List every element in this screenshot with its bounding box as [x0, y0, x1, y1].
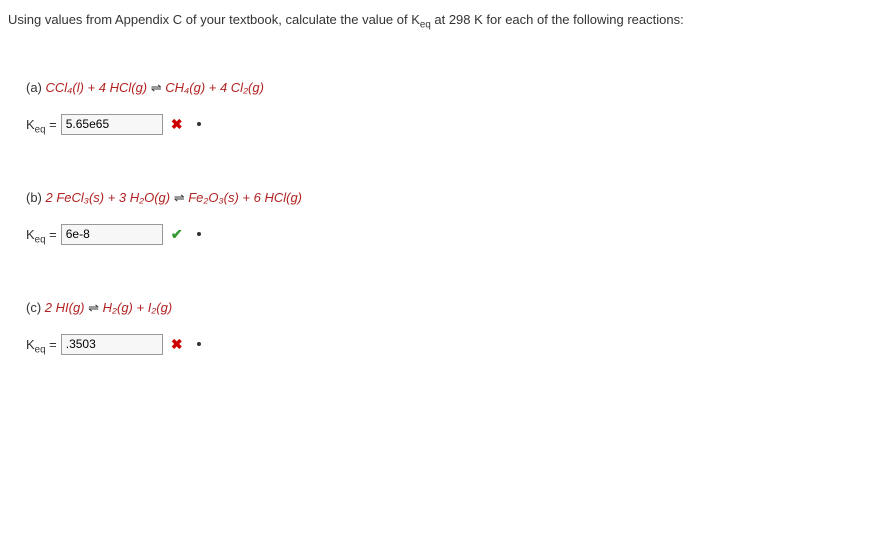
part-a-answer-row: Keq = ✖ — [26, 114, 871, 135]
correct-icon: ✔ — [169, 226, 185, 242]
part-c-equation: (c) 2 HI(g) ⇌ H₂(g) + I₂(g) — [26, 300, 871, 316]
part-c-arrow: ⇌ — [85, 300, 103, 315]
keq-sub: eq — [35, 344, 46, 355]
detail-dot[interactable] — [197, 232, 201, 236]
part-a-equation: (a) CCl₄(l) + 4 HCl(g) ⇌ CH₄(g) + 4 Cl₂(… — [26, 80, 871, 96]
keq-eq: = — [46, 227, 57, 242]
question-prompt: Using values from Appendix C of your tex… — [8, 10, 871, 30]
part-a-rhs: CH₄(g) + 4 Cl₂(g) — [165, 80, 264, 95]
part-c-label: (c) — [26, 300, 45, 315]
part-b-rhs: Fe₂O₃(s) + 6 HCl(g) — [188, 190, 302, 205]
incorrect-icon: ✖ — [169, 336, 185, 352]
part-c: (c) 2 HI(g) ⇌ H₂(g) + I₂(g) Keq = ✖ — [26, 300, 871, 355]
part-c-input[interactable] — [61, 334, 163, 355]
keq-sub: eq — [35, 124, 46, 135]
part-a-input[interactable] — [61, 114, 163, 135]
part-b-input[interactable] — [61, 224, 163, 245]
part-b-equation: (b) 2 FeCl₃(s) + 3 H₂O(g) ⇌ Fe₂O₃(s) + 6… — [26, 190, 871, 206]
keq-eq: = — [46, 337, 57, 352]
keq-k: K — [26, 117, 35, 132]
detail-dot[interactable] — [197, 342, 201, 346]
part-a-arrow: ⇌ — [147, 80, 165, 95]
part-a-label: (a) — [26, 80, 46, 95]
keq-k: K — [26, 337, 35, 352]
part-b-answer-row: Keq = ✔ — [26, 224, 871, 245]
part-c-answer-row: Keq = ✖ — [26, 334, 871, 355]
detail-dot[interactable] — [197, 122, 201, 126]
part-b-arrow: ⇌ — [170, 190, 188, 205]
part-b: (b) 2 FeCl₃(s) + 3 H₂O(g) ⇌ Fe₂O₃(s) + 6… — [26, 190, 871, 245]
prompt-before: Using values from Appendix C of your tex… — [8, 12, 420, 27]
keq-eq: = — [46, 117, 57, 132]
prompt-sub: eq — [420, 20, 431, 31]
part-b-keq-label: Keq = — [26, 227, 57, 242]
part-b-lhs: 2 FeCl₃(s) + 3 H₂O(g) — [46, 190, 171, 205]
part-c-rhs: H₂(g) + I₂(g) — [103, 300, 173, 315]
part-a-keq-label: Keq = — [26, 117, 57, 132]
keq-sub: eq — [35, 234, 46, 245]
part-a: (a) CCl₄(l) + 4 HCl(g) ⇌ CH₄(g) + 4 Cl₂(… — [26, 80, 871, 135]
part-b-label: (b) — [26, 190, 46, 205]
part-a-lhs: CCl₄(l) + 4 HCl(g) — [46, 80, 148, 95]
part-c-keq-label: Keq = — [26, 337, 57, 352]
part-c-lhs: 2 HI(g) — [45, 300, 85, 315]
keq-k: K — [26, 227, 35, 242]
incorrect-icon: ✖ — [169, 116, 185, 132]
prompt-after: at 298 K for each of the following react… — [431, 12, 684, 27]
